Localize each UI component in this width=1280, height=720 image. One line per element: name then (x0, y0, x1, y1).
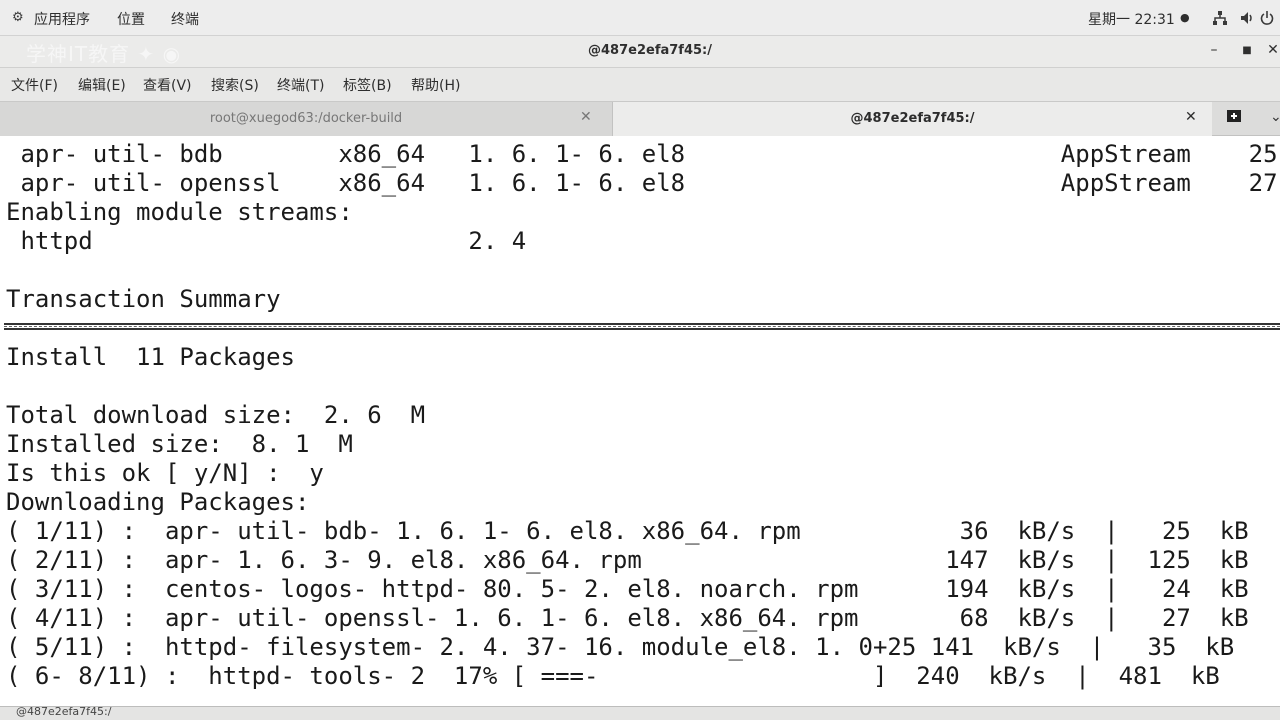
menu-tabs[interactable]: 标签(B) (343, 75, 392, 95)
terminal-app-menu[interactable]: 终端 (171, 9, 199, 29)
bottom-taskbar: @487e2efa7f45:/ (0, 706, 1280, 720)
gnome-top-bar: ⚙ 应用程序 位置 终端 星期一 22:31 ● (0, 0, 1280, 36)
applications-menu[interactable]: 应用程序 (34, 9, 90, 29)
terminal-line: ( 6- 8/11) : httpd- tools- 2 17% [ ===- … (6, 662, 1220, 690)
power-icon[interactable] (1260, 10, 1274, 30)
menu-file[interactable]: 文件(F) (11, 75, 58, 95)
tab-close-icon[interactable]: ✕ (1185, 109, 1197, 125)
menu-terminal[interactable]: 终端(T) (277, 75, 324, 95)
terminal-line: Downloading Packages: (6, 488, 310, 516)
tab-label: @487e2efa7f45:/ (850, 111, 975, 126)
volume-icon[interactable] (1239, 10, 1255, 30)
minimize-button[interactable]: – (1205, 42, 1223, 58)
close-window-button[interactable]: ✕ (1264, 42, 1280, 58)
terminal-line: ( 5/11) : httpd- filesystem- 2. 4. 37- 1… (6, 633, 1280, 661)
terminal-line: Install 11 Packages (6, 343, 295, 371)
terminal-line: Is this ok [ y/N] : y (6, 459, 324, 487)
terminal-line: Total download size: 2. 6 M (6, 401, 426, 429)
terminal-line: Enabling module streams: (6, 198, 353, 226)
taskbar-window-button[interactable]: @487e2efa7f45:/ (16, 707, 111, 718)
terminal-line: Installed size: 8. 1 M (6, 430, 353, 458)
terminal-line: ( 3/11) : centos- logos- httpd- 80. 5- 2… (6, 575, 1280, 603)
menu-help[interactable]: 帮助(H) (411, 75, 460, 95)
menu-search[interactable]: 搜索(S) (211, 75, 259, 95)
terminal-line: ( 1/11) : apr- util- bdb- 1. 6. 1- 6. el… (6, 517, 1280, 545)
network-icon[interactable] (1212, 10, 1228, 30)
terminal-line: apr- util- openssl x86_64 1. 6. 1- 6. el… (6, 169, 1280, 197)
clock-indicator-dot: ● (1180, 11, 1190, 24)
window-title: @487e2efa7f45:/ (588, 43, 712, 58)
window-title-bar[interactable]: 学神IT教育 ✦ ◉ @487e2efa7f45:/ – ■ ✕ (0, 36, 1280, 68)
menu-edit[interactable]: 编辑(E) (78, 75, 126, 95)
tabs-menu-chevron-icon[interactable]: ⌄ (1270, 109, 1280, 125)
terminal-line: Transaction Summary (6, 285, 281, 313)
places-menu[interactable]: 位置 (117, 9, 145, 29)
menu-view[interactable]: 查看(V) (143, 75, 192, 95)
terminal-output[interactable]: apr- util- bdb x86_64 1. 6. 1- 6. el8 Ap… (0, 136, 1280, 706)
tab-close-icon[interactable]: ✕ (580, 109, 592, 125)
terminal-line: apr- util- bdb x86_64 1. 6. 1- 6. el8 Ap… (6, 140, 1280, 168)
menu-bar: 文件(F) 编辑(E) 查看(V) 搜索(S) 终端(T) 标签(B) 帮助(H… (0, 68, 1280, 101)
tab-container-shell[interactable]: @487e2efa7f45:/ ✕ (612, 102, 1212, 136)
tab-docker-build[interactable]: root@xuegod63:/docker-build ✕ (0, 102, 612, 136)
applications-icon: ⚙ (12, 10, 24, 25)
terminal-line: ( 4/11) : apr- util- openssl- 1. 6. 1- 6… (6, 604, 1280, 632)
terminal-line: ( 2/11) : apr- 1. 6. 3- 9. el8. x86_64. … (6, 546, 1280, 574)
separator-line-dashes (4, 326, 1280, 327)
terminal-line: httpd 2. 4 (6, 227, 527, 255)
tab-label: root@xuegod63:/docker-build (209, 111, 403, 126)
new-tab-button[interactable] (1226, 109, 1242, 127)
clock[interactable]: 星期一 22:31 (1088, 9, 1175, 29)
tab-bar: root@xuegod63:/docker-build ✕ @487e2efa7… (0, 101, 1280, 136)
maximize-button[interactable]: ■ (1238, 45, 1256, 56)
